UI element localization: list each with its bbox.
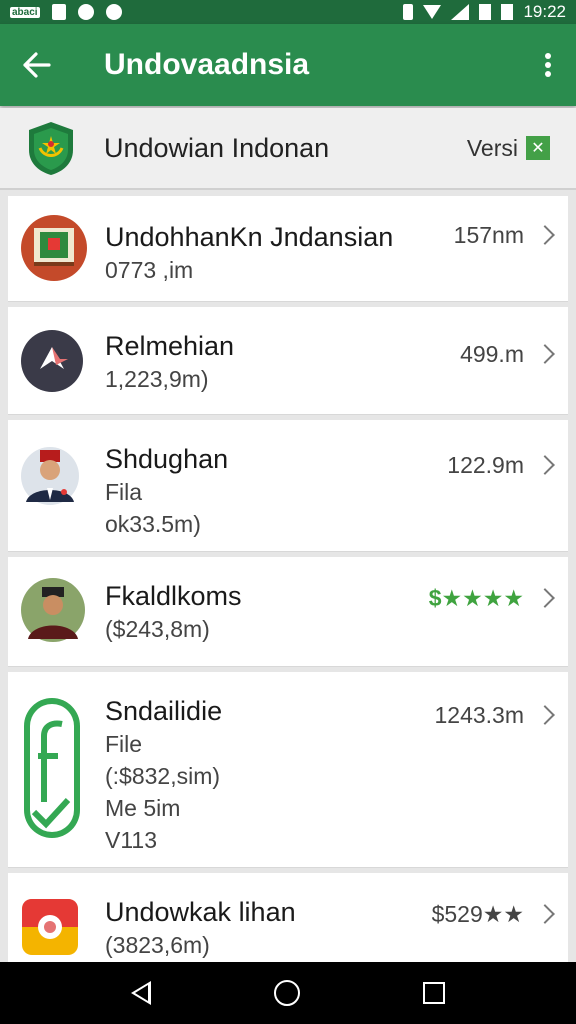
notification-app-icon: abaci [10, 6, 40, 18]
header-title: Undowian Indonan [104, 132, 330, 163]
version-badge-icon: ✕ [526, 136, 550, 160]
list-item[interactable]: Sndailidie File (:$832,sim) Me 5im V113 … [8, 672, 568, 868]
item-detail: ok33.5m) [105, 511, 201, 537]
item-size: 499.m [460, 341, 524, 367]
back-button[interactable] [0, 24, 74, 106]
nav-home-icon[interactable] [273, 980, 300, 1006]
status-bar: abaci 19:22 [0, 0, 576, 24]
person-avatar-icon [21, 447, 79, 505]
item-size: 157nm [453, 222, 524, 248]
item-name: Sndailidie [105, 696, 223, 726]
nav-back-icon[interactable] [131, 981, 152, 1005]
item-name: Relmehian [105, 331, 235, 361]
gallery-app-icon [22, 899, 78, 955]
nav-recents-icon[interactable] [422, 982, 445, 1004]
item-detail: ($243,8m) [105, 616, 210, 642]
shield-emblem-icon [29, 122, 73, 175]
section-header: Undowian Indonan Versi ✕ [0, 108, 576, 190]
battery-icon [479, 4, 492, 20]
green-f-app-icon [24, 698, 80, 838]
page-title: Undovaadnsia [104, 48, 310, 81]
item-name: Fkaldlkoms [105, 581, 242, 611]
list-item[interactable]: Shdughan Fila ok33.5m) 122.9m [8, 420, 568, 552]
version-label: Versi [466, 134, 518, 161]
chevron-right-icon [535, 455, 555, 475]
item-size: 1243.3m [434, 702, 524, 728]
item-size: 122.9m [447, 452, 524, 478]
item-detail: Fila [105, 479, 143, 505]
star-avatar-icon [21, 330, 83, 392]
list-item[interactable]: Relmehian 1,223,9m) 499.m [8, 307, 568, 415]
battery-icon-2 [501, 4, 514, 20]
chevron-right-icon [535, 344, 555, 364]
item-name: Undowkak lihan [105, 897, 296, 927]
flag-badge-icon [21, 215, 87, 281]
system-nav-bar [0, 962, 576, 1024]
chevron-right-icon [535, 705, 555, 725]
file-list: UndohhanKn Jndansian 0773 ,im 157nm Relm… [8, 196, 568, 988]
person-avatar-icon [21, 578, 85, 642]
item-detail: V113 [105, 827, 158, 853]
item-detail: Me 5im [105, 795, 181, 821]
item-detail: (:$832,sim) [105, 763, 221, 789]
chevron-right-icon [535, 588, 555, 608]
notification-file-icon [51, 4, 66, 20]
vibrate-icon [403, 4, 414, 20]
app-bar: Undovaadnsia [0, 24, 576, 106]
item-detail: 0773 ,im [105, 257, 194, 283]
item-detail: (3823,6m) [105, 932, 210, 958]
overflow-menu-button[interactable] [520, 24, 576, 106]
notification-record-icon [105, 4, 122, 20]
wifi-icon [423, 5, 442, 19]
notification-circle-icon [77, 4, 94, 20]
more-vert-icon [545, 53, 551, 77]
chevron-right-icon [535, 904, 555, 924]
item-detail: File [105, 731, 143, 757]
list-item[interactable]: UndohhanKn Jndansian 0773 ,im 157nm [8, 196, 568, 302]
list-item[interactable]: Fkaldlkoms ($243,8m) $★★★★ [8, 557, 568, 667]
item-name: Shdughan [105, 444, 229, 474]
item-size: $529★★ [431, 901, 524, 927]
chevron-right-icon [535, 225, 555, 245]
rating-stars: $★★★★ [428, 585, 524, 611]
item-detail: 1,223,9m) [105, 366, 209, 392]
signal-icon [451, 4, 470, 20]
status-time: 19:22 [523, 2, 566, 21]
version-indicator[interactable]: Versi ✕ [467, 135, 550, 162]
arrow-back-icon [23, 52, 51, 78]
item-name: UndohhanKn Jndansian [105, 222, 394, 252]
